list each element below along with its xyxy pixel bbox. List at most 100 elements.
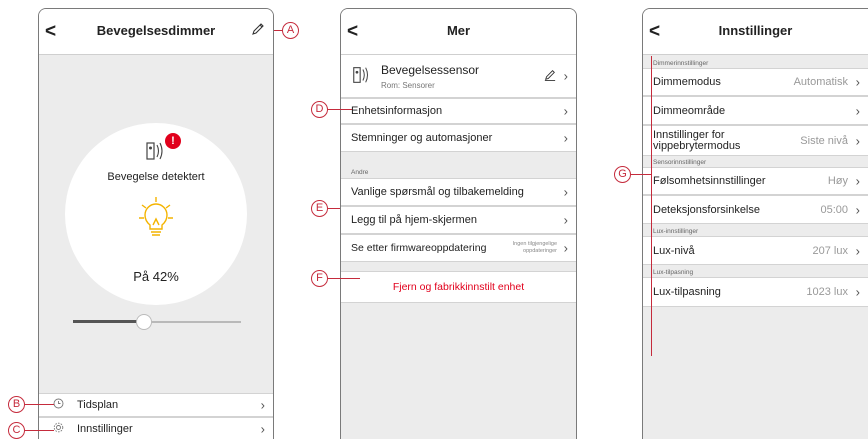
section-label: Lux-tilpasning	[653, 269, 694, 276]
callout-line	[328, 278, 360, 279]
device-info-row[interactable]: Enhetsinformasjon ›	[341, 98, 576, 124]
chevron-right-icon: ›	[563, 240, 568, 256]
chevron-right-icon: ›	[855, 284, 860, 300]
lux-adaptation-label: Lux-tilpasning	[653, 286, 721, 298]
remove-device-label: Fjern og fabrikkinnstilt enhet	[392, 281, 525, 293]
dim-level-slider[interactable]	[73, 314, 241, 330]
header: < Mer	[341, 9, 576, 55]
add-to-home-row[interactable]: Legg til på hjem-skjermen ›	[341, 206, 576, 234]
chevron-right-icon: ›	[563, 130, 568, 146]
callout-c: C	[8, 422, 25, 439]
chevron-right-icon: ›	[563, 184, 568, 200]
lux-level-value: 207 lux	[812, 244, 848, 257]
chevron-right-icon: ›	[563, 68, 568, 84]
chevron-right-icon: ›	[260, 421, 265, 437]
add-to-home-label: Legg til på hjem-skjermen	[351, 214, 477, 226]
chevron-right-icon: ›	[563, 103, 568, 119]
callout-g: G	[614, 166, 631, 183]
callout-line	[631, 174, 652, 175]
chevron-right-icon: ›	[563, 212, 568, 228]
dim-mode-value: Automatisk	[793, 76, 848, 88]
motion-sensor-icon	[351, 64, 373, 89]
chevron-right-icon: ›	[855, 74, 860, 90]
firmware-update-row[interactable]: Se etter firmwareoppdatering Ingen tilgj…	[341, 234, 576, 262]
settings-row[interactable]: Innstillinger ›	[39, 417, 273, 439]
settings-label: Innstillinger	[77, 423, 133, 435]
lux-adaptation-row[interactable]: Lux-tilpasning 1023 lux ›	[643, 277, 868, 307]
page-title: Mer	[446, 23, 471, 38]
page-title: Bevegelsesdimmer	[96, 23, 216, 38]
chevron-right-icon: ›	[855, 173, 860, 189]
rocker-mode-row[interactable]: Innstillinger for vippebrytermodus Siste…	[643, 125, 868, 156]
status-circle[interactable]: ! Bevegelse detektert På 42%	[65, 123, 247, 305]
dim-range-label: Dimmeområde	[653, 104, 726, 117]
sensitivity-label: Følsomhetsinnstillinger	[653, 175, 766, 187]
dimmer-screen: < Bevegelsesdimmer ! Bevegelse detektert	[38, 8, 274, 439]
schedule-label: Tidsplan	[77, 399, 119, 411]
section-label: Andre	[351, 169, 369, 176]
callout-line	[328, 208, 340, 209]
slider-fill	[73, 320, 144, 323]
detection-delay-value: 05:00	[820, 203, 848, 216]
rocker-mode-label-line: vippebrytermodus	[653, 139, 741, 152]
alert-badge: !	[165, 133, 181, 149]
callout-line	[274, 30, 282, 31]
chevron-right-icon: ›	[260, 397, 265, 413]
dim-level-text: På 42%	[133, 269, 179, 284]
more-screen: < Mer Bevegelsessensor Rom: Sensorer › E…	[340, 8, 577, 439]
header: < Bevegelsesdimmer	[39, 9, 273, 55]
callout-b: B	[8, 396, 25, 413]
schedule-row[interactable]: Tidsplan ›	[39, 393, 273, 417]
lux-adaptation-value: 1023 lux	[806, 286, 848, 298]
sensitivity-row[interactable]: Følsomhetsinnstillinger Høy ›	[643, 167, 868, 195]
edit-pencil-icon[interactable]	[544, 69, 556, 84]
gear-icon	[53, 422, 64, 436]
moments-automations-label: Stemninger og automasjoner	[351, 132, 493, 144]
device-row[interactable]: Bevegelsessensor Rom: Sensorer ›	[341, 55, 576, 98]
callout-line	[25, 430, 54, 431]
page-title: Innstillinger	[718, 23, 793, 38]
lux-level-label: Lux-nivå	[653, 244, 695, 257]
device-info-label: Enhetsinformasjon	[351, 105, 443, 117]
device-name: Bevegelsessensor	[381, 63, 480, 77]
callout-line	[25, 404, 54, 405]
firmware-status-line: oppdateringer	[523, 248, 557, 254]
bulb-icon	[137, 195, 175, 239]
section-label: Sensorinnstillinger	[653, 159, 707, 166]
edit-pencil-icon[interactable]	[251, 22, 265, 39]
slider-thumb[interactable]	[135, 314, 152, 330]
section-label: Lux-innstillinger	[653, 228, 699, 235]
chevron-right-icon: ›	[855, 103, 860, 118]
callout-line	[328, 109, 352, 110]
callout-e: E	[311, 200, 328, 217]
firmware-update-label: Se etter firmwareoppdatering	[351, 242, 487, 254]
dim-mode-label: Dimmemodus	[653, 76, 721, 88]
rocker-mode-value: Siste nivå	[800, 134, 848, 147]
dim-mode-row[interactable]: Dimmemodus Automatisk ›	[643, 68, 868, 96]
device-room: Rom: Sensorer	[381, 81, 435, 90]
dim-range-row[interactable]: Dimmeområde ›	[643, 96, 868, 125]
remove-device-button[interactable]: Fjern og fabrikkinnstilt enhet	[341, 271, 576, 303]
motion-status-text: Bevegelse detektert	[107, 171, 205, 183]
header: < Innstillinger	[643, 9, 868, 55]
chevron-right-icon: ›	[855, 202, 860, 217]
clock-icon	[53, 398, 64, 412]
faq-feedback-row[interactable]: Vanlige spørsmål og tilbakemelding ›	[341, 178, 576, 206]
callout-a: A	[282, 22, 299, 39]
detection-delay-row[interactable]: Deteksjonsforsinkelse 05:00 ›	[643, 195, 868, 224]
firmware-status-line: Ingen tilgjengelige	[512, 241, 557, 247]
callout-d: D	[311, 101, 328, 118]
moments-automations-row[interactable]: Stemninger og automasjoner ›	[341, 124, 576, 152]
rocker-mode-label: Innstillinger for vippebrytermodus	[653, 129, 741, 152]
section-label: Dimmerinnstillinger	[653, 60, 709, 67]
firmware-status: Ingen tilgjengelige oppdateringer	[513, 241, 557, 255]
lux-level-row[interactable]: Lux-nivå 207 lux ›	[643, 236, 868, 265]
detection-delay-label: Deteksjonsforsinkelse	[653, 203, 760, 216]
callout-line	[651, 56, 652, 356]
chevron-right-icon: ›	[855, 243, 860, 258]
chevron-right-icon: ›	[855, 133, 860, 148]
sensitivity-value: Høy	[827, 175, 848, 187]
stage: < Bevegelsesdimmer ! Bevegelse detektert	[0, 0, 868, 439]
callout-f: F	[311, 270, 328, 287]
settings-screen: < Innstillinger Dimmerinnstillinger Dimm…	[642, 8, 868, 439]
